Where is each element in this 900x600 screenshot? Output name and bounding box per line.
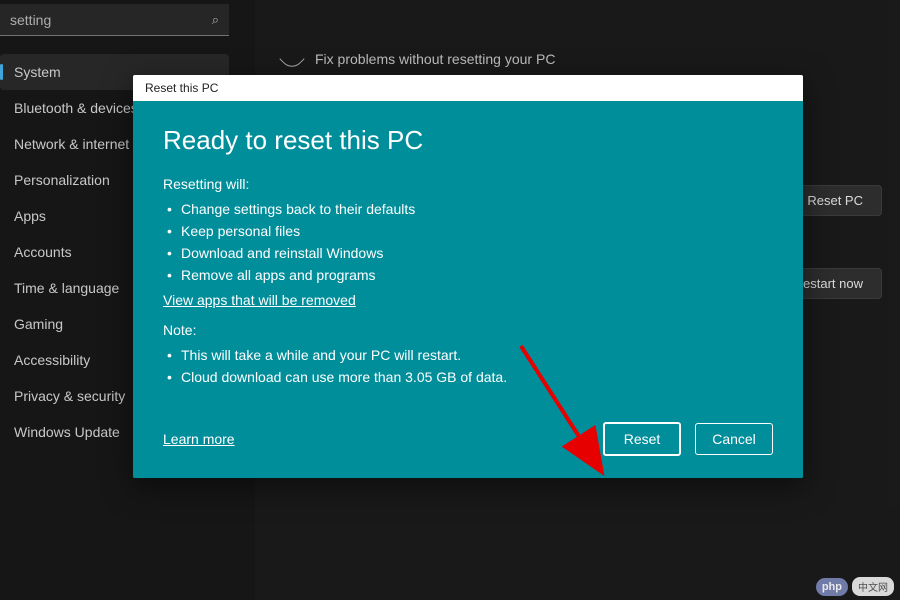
modal-footer: Learn more Reset Cancel (163, 394, 773, 456)
reset-pc-modal: Reset this PC Ready to reset this PC Res… (133, 75, 803, 478)
cancel-button[interactable]: Cancel (695, 423, 773, 455)
list-item: This will take a while and your PC will … (163, 344, 773, 366)
list-item: Keep personal files (163, 220, 773, 242)
list-item: Change settings back to their defaults (163, 198, 773, 220)
note-list: This will take a while and your PC will … (163, 344, 773, 388)
note-label: Note: (163, 322, 773, 338)
list-item: Download and reinstall Windows (163, 242, 773, 264)
modal-body: Ready to reset this PC Resetting will: C… (133, 101, 803, 478)
modal-heading: Ready to reset this PC (163, 125, 773, 156)
learn-more-link[interactable]: Learn more (163, 431, 589, 447)
view-apps-link[interactable]: View apps that will be removed (163, 292, 356, 308)
list-item: Remove all apps and programs (163, 264, 773, 286)
modal-titlebar-label: Reset this PC (145, 81, 218, 95)
resetting-will-label: Resetting will: (163, 176, 773, 192)
watermark: php 中文网 (816, 577, 894, 596)
reset-button[interactable]: Reset (603, 422, 681, 456)
resetting-will-list: Change settings back to their defaults K… (163, 198, 773, 286)
list-item: Cloud download can use more than 3.05 GB… (163, 366, 773, 388)
modal-titlebar: Reset this PC (133, 75, 803, 101)
php-badge: php (816, 578, 848, 596)
cn-badge: 中文网 (852, 577, 894, 596)
